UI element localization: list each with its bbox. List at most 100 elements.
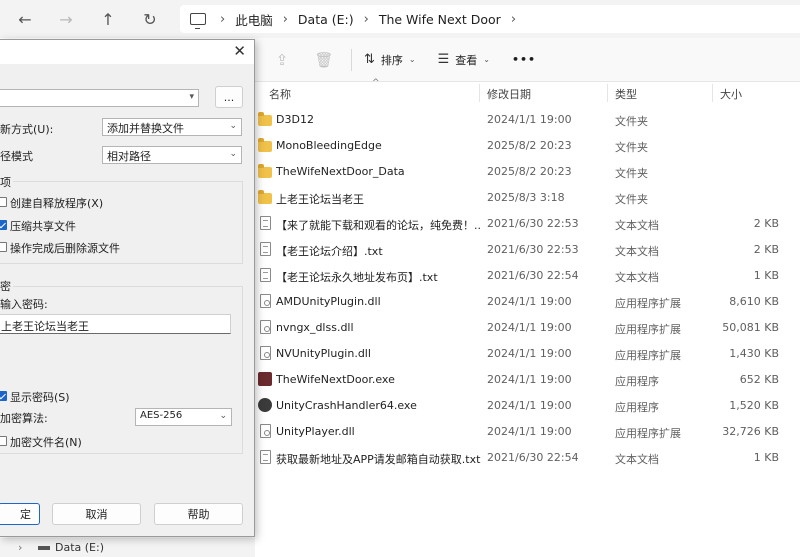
chevron-down-icon[interactable]: ⌄ <box>219 411 227 421</box>
file-size: 652 KB <box>739 373 779 386</box>
column-name[interactable]: 名称 <box>269 86 291 102</box>
breadcrumb-folder[interactable]: The Wife Next Door <box>379 12 501 27</box>
path-mode-value: 相对路径 <box>107 150 151 163</box>
file-row[interactable]: TheWifeNextDoor_Data 2025/8/2 20:23 文件夹 <box>255 159 800 185</box>
nav-pane-drive-item[interactable]: › Data (E:) <box>0 538 232 557</box>
dll-file-icon <box>260 294 271 308</box>
file-row[interactable]: TheWifeNextDoor.exe 2024/1/1 19:00 应用程序 652… <box>255 367 800 393</box>
chevron-down-icon[interactable]: ⌄ <box>229 149 237 159</box>
chevron-down-icon[interactable]: ▾ <box>189 92 194 102</box>
file-date: 2024/1/1 19:00 <box>487 373 572 386</box>
file-type: 文件夹 <box>615 141 648 154</box>
sort-button[interactable]: ⇅ 排序 ⌄ <box>364 52 416 68</box>
delete-source-label[interactable]: 操作完成后删除源文件 <box>10 240 120 256</box>
sort-up-icon: ^ <box>372 78 380 88</box>
sfx-label[interactable]: 创建自释放程序(X) <box>10 195 103 211</box>
help-button[interactable]: 帮助 <box>154 503 243 525</box>
up-icon[interactable]: ↑ <box>97 8 119 30</box>
column-divider[interactable] <box>479 84 480 102</box>
refresh-icon[interactable]: ↻ <box>139 8 161 30</box>
chevron-down-icon: ⌄ <box>483 55 490 64</box>
breadcrumb-this-pc[interactable]: 此电脑 <box>235 10 273 29</box>
show-password-checkbox[interactable] <box>0 391 7 401</box>
browse-button[interactable]: ... <box>215 86 243 108</box>
file-row[interactable]: 上老王论坛当老王 2025/8/3 3:18 文件夹 <box>255 185 800 211</box>
cancel-button[interactable]: 取消 <box>52 503 141 525</box>
encryption-method-combo[interactable]: AES-256 ⌄ <box>135 408 232 426</box>
file-size: 32,726 KB <box>722 425 779 438</box>
column-divider[interactable] <box>712 84 713 102</box>
more-options-icon[interactable]: ••• <box>512 53 536 66</box>
folder-icon <box>258 112 272 126</box>
column-divider[interactable] <box>607 84 608 102</box>
file-name: 【来了就能下载和观看的论坛，纯免费！... <box>276 219 481 232</box>
file-name: 【老王论坛介绍】.txt <box>276 245 383 258</box>
breadcrumb-separator-icon: › <box>363 11 369 27</box>
file-type: 应用程序 <box>615 401 659 414</box>
file-row[interactable]: nvngx_dlss.dll 2024/1/1 19:00 应用程序扩展 50,081… <box>255 315 800 341</box>
view-button[interactable]: ☰ 查看 ⌄ <box>438 52 490 68</box>
show-password-label[interactable]: 显示密码(S) <box>10 389 70 405</box>
update-mode-combo[interactable]: 添加并替换文件 ⌄ <box>102 118 242 136</box>
file-row[interactable]: MonoBleedingEdge 2025/8/2 20:23 文件夹 <box>255 133 800 159</box>
nav-pane-gap <box>232 538 255 557</box>
file-name: nvngx_dlss.dll <box>276 321 354 334</box>
breadcrumb-drive[interactable]: Data (E:) <box>298 12 354 27</box>
close-icon[interactable]: ✕ <box>233 42 246 60</box>
archive-dialog: ✕ ▾ ... 新方式(U): 添加并替换文件 ⌄ 径模式 相对路径 ⌄ 项 创… <box>0 39 255 537</box>
archive-path-combo[interactable]: ▾ <box>0 89 199 107</box>
file-row[interactable]: 【老王论坛介绍】.txt 2021/6/30 22:53 文本文档 2 KB <box>255 237 800 263</box>
delete-icon[interactable]: 🗑 <box>313 51 335 69</box>
file-type: 文件夹 <box>615 115 648 128</box>
file-row[interactable]: 获取最新地址及APP请发邮箱自动获取.txt 2021/6/30 22:54 文本文… <box>255 445 800 471</box>
column-date[interactable]: 修改日期 <box>487 86 531 102</box>
shared-checkbox[interactable] <box>0 220 7 230</box>
file-type: 文本文档 <box>615 245 659 258</box>
file-date: 2024/1/1 19:00 <box>487 425 572 438</box>
file-row[interactable]: AMDUnityPlugin.dll 2024/1/1 19:00 应用程序扩展 8,… <box>255 289 800 315</box>
drive-icon <box>38 546 50 550</box>
delete-source-checkbox[interactable] <box>0 242 7 252</box>
file-row[interactable]: 【来了就能下载和观看的论坛，纯免费！... 2021/6/30 22:53 文本文档… <box>255 211 800 237</box>
file-type: 文本文档 <box>615 219 659 232</box>
file-row[interactable]: UnityPlayer.dll 2024/1/1 19:00 应用程序扩展 32,72… <box>255 419 800 445</box>
path-mode-label: 径模式 <box>0 150 33 163</box>
file-row[interactable]: 【老王论坛永久地址发布页】.txt 2021/6/30 22:54 文本文档 1 KB <box>255 263 800 289</box>
chevron-down-icon[interactable]: ⌄ <box>229 121 237 131</box>
breadcrumb-separator-icon[interactable]: › <box>511 12 516 27</box>
file-name: NVUnityPlugin.dll <box>276 347 371 360</box>
view-list-icon: ☰ <box>437 52 450 67</box>
dll-file-icon <box>260 320 271 334</box>
file-date: 2025/8/3 3:18 <box>487 191 565 204</box>
update-mode-value: 添加并替换文件 <box>107 122 184 135</box>
file-type: 文件夹 <box>615 167 648 180</box>
file-type: 应用程序扩展 <box>615 427 681 440</box>
password-input[interactable]: 上老王论坛当老王 <box>0 314 231 334</box>
file-row[interactable]: D3D12 2024/1/1 19:00 文件夹 <box>255 107 800 133</box>
sfx-checkbox[interactable] <box>0 197 7 207</box>
file-row[interactable]: UnityCrashHandler64.exe 2024/1/1 19:00 应用程… <box>255 393 800 419</box>
back-icon[interactable]: ← <box>14 8 36 30</box>
column-type[interactable]: 类型 <box>615 86 637 102</box>
file-size: 2 KB <box>753 217 779 230</box>
file-row[interactable]: NVUnityPlugin.dll 2024/1/1 19:00 应用程序扩展 1,4… <box>255 341 800 367</box>
ok-button[interactable]: 定 <box>0 503 40 525</box>
forward-icon[interactable]: → <box>55 8 77 30</box>
chevron-right-icon[interactable]: › <box>18 541 22 554</box>
column-size[interactable]: 大小 <box>720 86 742 102</box>
folder-icon <box>258 190 272 204</box>
unity-icon <box>258 398 272 412</box>
file-date: 2024/1/1 19:00 <box>487 347 572 360</box>
file-date: 2025/8/2 20:23 <box>487 165 572 178</box>
shared-label[interactable]: 压缩共享文件 <box>10 218 76 234</box>
encryption-method-label: 加密算法: <box>0 412 48 425</box>
encrypt-names-checkbox[interactable] <box>0 436 7 446</box>
update-mode-label: 新方式(U): <box>0 123 54 136</box>
share-icon[interactable]: ⇪ <box>271 51 293 69</box>
file-type: 应用程序 <box>615 375 659 388</box>
path-mode-combo[interactable]: 相对路径 ⌄ <box>102 146 242 164</box>
encrypt-names-label[interactable]: 加密文件名(N) <box>10 434 82 450</box>
address-box[interactable]: › 此电脑 › Data (E:) › The Wife Next Door › <box>180 5 800 33</box>
file-date: 2021/6/30 22:53 <box>487 217 579 230</box>
file-type: 应用程序扩展 <box>615 297 681 310</box>
